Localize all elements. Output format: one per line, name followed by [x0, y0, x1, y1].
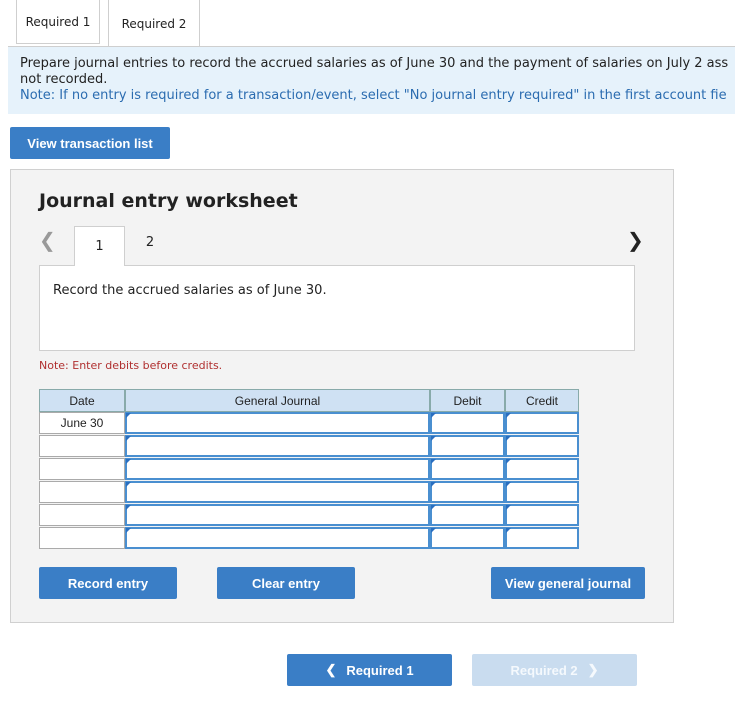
- entry-description-text: Record the accrued salaries as of June 3…: [53, 283, 327, 298]
- dropdown-marker-icon: [431, 413, 436, 418]
- dropdown-marker-icon: [126, 505, 131, 510]
- chevron-right-icon[interactable]: ❯: [627, 230, 644, 250]
- debit-input[interactable]: [430, 435, 505, 457]
- view-transaction-list-button[interactable]: View transaction list: [10, 127, 170, 159]
- debit-input[interactable]: [430, 458, 505, 480]
- next-required-button[interactable]: Required 2 ❯: [472, 654, 637, 686]
- credit-input[interactable]: [505, 481, 579, 503]
- prev-required-label: Required 1: [346, 662, 414, 678]
- header-credit: Credit: [505, 389, 579, 412]
- row-date: [39, 435, 125, 457]
- dropdown-marker-icon: [431, 482, 436, 487]
- row-date: [39, 504, 125, 526]
- dropdown-marker-icon: [506, 528, 511, 533]
- header-debit: Debit: [430, 389, 505, 412]
- clear-entry-button[interactable]: Clear entry: [217, 567, 355, 599]
- chevron-right-icon: ❯: [587, 662, 599, 677]
- dropdown-marker-icon: [431, 459, 436, 464]
- record-entry-button[interactable]: Record entry: [39, 567, 177, 599]
- tab-required-1[interactable]: Required 1: [16, 0, 100, 44]
- credit-input[interactable]: [505, 527, 579, 549]
- tab-required-2[interactable]: Required 2: [108, 0, 200, 47]
- instructions-line-2: not recorded.: [20, 72, 108, 87]
- dropdown-marker-icon: [126, 528, 131, 533]
- dropdown-marker-icon: [506, 413, 511, 418]
- dropdown-marker-icon: [506, 505, 511, 510]
- debit-credit-note: Note: Enter debits before credits.: [39, 359, 223, 372]
- account-select[interactable]: [125, 458, 430, 480]
- dropdown-marker-icon: [506, 482, 511, 487]
- chevron-left-icon: ❮: [325, 662, 337, 677]
- account-select[interactable]: [125, 435, 430, 457]
- dropdown-marker-icon: [126, 413, 131, 418]
- instructions-box: Prepare journal entries to record the ac…: [8, 47, 735, 114]
- dropdown-marker-icon: [126, 482, 131, 487]
- dropdown-marker-icon: [431, 436, 436, 441]
- debit-input[interactable]: [430, 412, 505, 434]
- debit-input[interactable]: [430, 504, 505, 526]
- view-general-journal-button[interactable]: View general journal: [491, 567, 645, 599]
- credit-input[interactable]: [505, 458, 579, 480]
- dropdown-marker-icon: [126, 436, 131, 441]
- account-select[interactable]: [125, 412, 430, 434]
- row-date: June 30: [39, 412, 125, 434]
- chevron-left-icon[interactable]: ❮: [39, 230, 56, 250]
- dropdown-marker-icon: [431, 505, 436, 510]
- row-date: [39, 458, 125, 480]
- dropdown-marker-icon: [506, 436, 511, 441]
- prev-required-button[interactable]: ❮ Required 1: [287, 654, 452, 686]
- worksheet-page-2[interactable]: 2: [128, 226, 172, 258]
- account-select[interactable]: [125, 481, 430, 503]
- worksheet-page-1[interactable]: 1: [74, 226, 125, 266]
- instructions-line-1: Prepare journal entries to record the ac…: [20, 56, 729, 71]
- account-select[interactable]: [125, 527, 430, 549]
- instructions-note: Note: If no entry is required for a tran…: [20, 88, 727, 103]
- row-date: [39, 527, 125, 549]
- worksheet-title: Journal entry worksheet: [39, 190, 298, 212]
- dropdown-marker-icon: [126, 459, 131, 464]
- debit-input[interactable]: [430, 481, 505, 503]
- dropdown-marker-icon: [506, 459, 511, 464]
- account-select[interactable]: [125, 504, 430, 526]
- dropdown-marker-icon: [431, 528, 436, 533]
- credit-input[interactable]: [505, 504, 579, 526]
- debit-input[interactable]: [430, 527, 505, 549]
- header-general-journal: General Journal: [125, 389, 430, 412]
- next-required-label: Required 2: [510, 662, 578, 678]
- row-date: [39, 481, 125, 503]
- entry-description: Record the accrued salaries as of June 3…: [39, 265, 635, 351]
- header-date: Date: [39, 389, 125, 412]
- credit-input[interactable]: [505, 412, 579, 434]
- credit-input[interactable]: [505, 435, 579, 457]
